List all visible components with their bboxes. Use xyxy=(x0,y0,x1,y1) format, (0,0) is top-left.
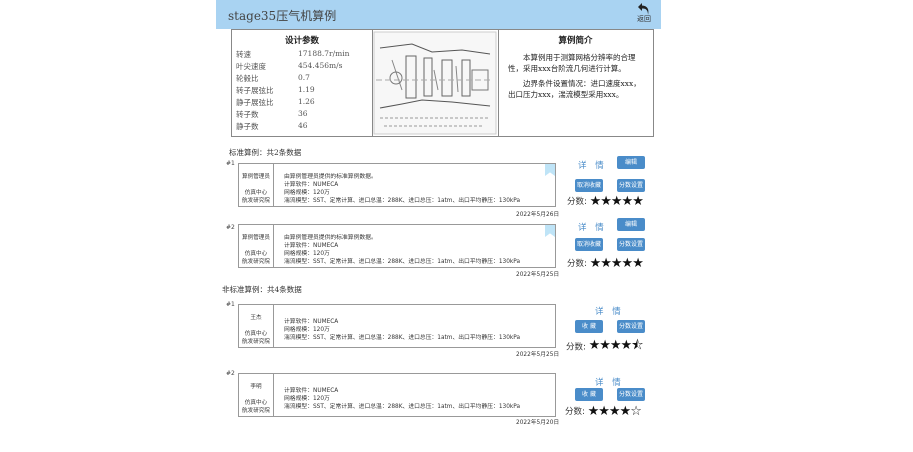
favorite-button[interactable]: 收 藏 xyxy=(575,388,603,401)
summary-line: 由算例管理员提供的标准算例数据。 xyxy=(284,174,377,180)
param-key: 叶尖速度 xyxy=(236,62,266,71)
edit-button[interactable]: 编辑 xyxy=(617,218,645,231)
case-intro: 算例简介 本算例用于测算网格分辨率的合理性，采用xxx台阶流几何进行计算。 边界… xyxy=(498,30,653,136)
info-panel: 设计参数 转速 17188.7r/min 叶尖速度 454.456m/s 轮毂比 0.… xyxy=(231,29,654,137)
score-setting-button[interactable]: 分数设置 xyxy=(617,320,645,333)
compressor-diagram xyxy=(372,30,499,136)
score-setting-button[interactable]: 分数设置 xyxy=(617,179,645,192)
detail-link[interactable]: 详 情 xyxy=(595,376,624,388)
score-label: 分数: xyxy=(567,197,587,207)
case-date: 2022年5月20日 xyxy=(516,420,560,426)
intro-title: 算例简介 xyxy=(558,36,593,46)
favorite-button[interactable]: 收 藏 xyxy=(575,320,603,333)
bookmark-icon xyxy=(545,164,555,176)
score-label: 分数: xyxy=(566,342,586,353)
case-date: 2022年5月25日 xyxy=(516,272,560,278)
param-value: 454.456m/s xyxy=(298,61,343,70)
summary-line: 湍流模型：SST、定常计算、进口总温：288K、进口总压：1atm、出口平均静压… xyxy=(284,198,521,204)
score-label: 分数: xyxy=(567,259,587,269)
case-summary: 由算例管理员提供的标准算例数据。 计算软件：NUMECA 网格规模：120万 湍… xyxy=(284,173,520,205)
detail-link[interactable]: 详 情 xyxy=(578,221,607,233)
unfavorite-button[interactable]: 取消收藏 xyxy=(575,238,603,251)
score-row: 分数: ★★★★☆ xyxy=(565,404,642,419)
star-rating-icon[interactable]: ★★★★⯪ xyxy=(589,338,644,353)
score-label: 分数: xyxy=(565,407,585,417)
item-index: #2 xyxy=(226,224,235,231)
score-row: 分数: ★★★★★ xyxy=(567,256,644,271)
case-card[interactable]: 李明 仿真中心 航发研究院 计算软件：NUMECA 网格规模：120万 湍流模型：… xyxy=(238,373,556,417)
back-label: 返回 xyxy=(637,15,651,23)
score-row: 分数: ★★★★⯪ xyxy=(566,336,644,358)
item-index: #2 xyxy=(226,370,235,377)
summary-line: 湍流模型：SST、定常计算、进口总温：288K、进口总压：1atm、出口平均静压… xyxy=(284,259,521,265)
param-key: 轮毂比 xyxy=(236,74,259,83)
summary-line: 计算软件：NUMECA xyxy=(284,319,339,325)
author-org: 仿真中心 航发研究院 xyxy=(242,400,270,414)
detail-link[interactable]: 详 情 xyxy=(578,159,607,171)
edit-button[interactable]: 编辑 xyxy=(617,156,645,169)
param-value: 1.19 xyxy=(298,85,315,94)
star-rating-icon[interactable]: ★★★★★ xyxy=(590,256,644,271)
summary-line: 计算软件：NUMECA xyxy=(284,182,339,188)
summary-line: 网格规模：120万 xyxy=(284,396,330,402)
author-cell: 算例管理员 仿真中心 航发研究院 xyxy=(239,164,274,206)
author-cell: 李明 仿真中心 航发研究院 xyxy=(239,374,274,416)
case-date: 2022年5月26日 xyxy=(516,212,560,218)
score-setting-button[interactable]: 分数设置 xyxy=(617,238,645,251)
bookmark-icon xyxy=(545,225,555,237)
author-org: 仿真中心 航发研究院 xyxy=(242,251,270,265)
score-row: 分数: ★★★★★ xyxy=(567,194,644,209)
star-rating-icon[interactable]: ★★★★★ xyxy=(590,194,644,209)
top-bar: stage35压气机算例 返回 xyxy=(216,0,661,29)
summary-line: 湍流模型：SST、定常计算、进口总温：288K、进口总压：1atm、出口平均静压… xyxy=(284,404,521,410)
param-value: 17188.7r/min xyxy=(298,49,350,58)
params-title: 设计参数 xyxy=(284,36,319,46)
param-value: 36 xyxy=(298,109,308,118)
author-name: 王杰 xyxy=(250,315,262,321)
case-card[interactable]: 算例管理员 仿真中心 航发研究院 由算例管理员提供的标准算例数据。 计算软件：NU… xyxy=(238,224,556,268)
intro-paragraph-1: 本算例用于测算网格分辨率的合理性，采用xxx台阶流几何进行计算。 xyxy=(508,53,636,73)
param-value: 0.7 xyxy=(298,73,310,82)
detail-link[interactable]: 详 情 xyxy=(595,305,624,317)
param-key: 静子展弦比 xyxy=(236,98,274,107)
nonstandard-heading: 非标准算例：共4条数据 xyxy=(222,285,302,294)
param-key: 转速 xyxy=(236,50,251,59)
case-summary: 计算软件：NUMECA 网格规模：120万 湍流模型：SST、定常计算、进口总温… xyxy=(284,387,520,411)
summary-line: 计算软件：NUMECA xyxy=(284,243,339,249)
intro-paragraph-2: 边界条件设置情况：进口速度xxx，出口压力xxx，湍流模型采用xxx。 xyxy=(508,79,641,99)
param-value: 1.26 xyxy=(298,97,315,106)
author-name: 算例管理员 xyxy=(242,235,270,241)
summary-line: 网格规模：120万 xyxy=(284,190,330,196)
design-params: 设计参数 转速 17188.7r/min 叶尖速度 454.456m/s 轮毂比 0.… xyxy=(232,30,373,136)
page-title: stage35压气机算例 xyxy=(228,9,337,23)
case-summary: 由算例管理员提供的标准算例数据。 计算软件：NUMECA 网格规模：120万 湍… xyxy=(284,234,520,266)
author-name: 李明 xyxy=(250,384,262,390)
item-index: #1 xyxy=(226,301,235,308)
summary-line: 网格规模：120万 xyxy=(284,327,330,333)
param-value: 46 xyxy=(298,121,308,130)
param-key: 转子展弦比 xyxy=(236,86,274,95)
case-card[interactable]: 王杰 仿真中心 航发研究院 计算软件：NUMECA 网格规模：120万 湍流模型：… xyxy=(238,304,556,348)
author-name: 算例管理员 xyxy=(242,174,270,180)
compressor-schematic-image xyxy=(373,31,497,135)
summary-line: 网格规模：120万 xyxy=(284,251,330,257)
param-key: 静子数 xyxy=(236,122,259,131)
summary-line: 由算例管理员提供的标准算例数据。 xyxy=(284,235,377,241)
author-org: 仿真中心 航发研究院 xyxy=(242,190,270,204)
param-key: 转子数 xyxy=(236,110,259,119)
summary-line: 湍流模型：SST、定常计算、进口总温：288K、进口总压：1atm、出口平均静压… xyxy=(284,335,521,341)
item-index: #1 xyxy=(226,160,235,167)
unfavorite-button[interactable]: 取消收藏 xyxy=(575,179,603,192)
case-card[interactable]: 算例管理员 仿真中心 航发研究院 由算例管理员提供的标准算例数据。 计算软件：NU… xyxy=(238,163,556,207)
case-date: 2022年5月25日 xyxy=(516,352,560,358)
author-cell: 王杰 仿真中心 航发研究院 xyxy=(239,305,274,347)
author-org: 仿真中心 航发研究院 xyxy=(242,331,270,345)
back-button[interactable]: 返回 xyxy=(633,2,655,28)
summary-line: 计算软件：NUMECA xyxy=(284,388,339,394)
standard-heading: 标准算例：共2条数据 xyxy=(229,148,302,157)
case-summary: 计算软件：NUMECA 网格规模：120万 湍流模型：SST、定常计算、进口总温… xyxy=(284,318,520,342)
score-setting-button[interactable]: 分数设置 xyxy=(617,388,645,401)
star-rating-icon[interactable]: ★★★★☆ xyxy=(588,404,642,419)
author-cell: 算例管理员 仿真中心 航发研究院 xyxy=(239,225,274,267)
